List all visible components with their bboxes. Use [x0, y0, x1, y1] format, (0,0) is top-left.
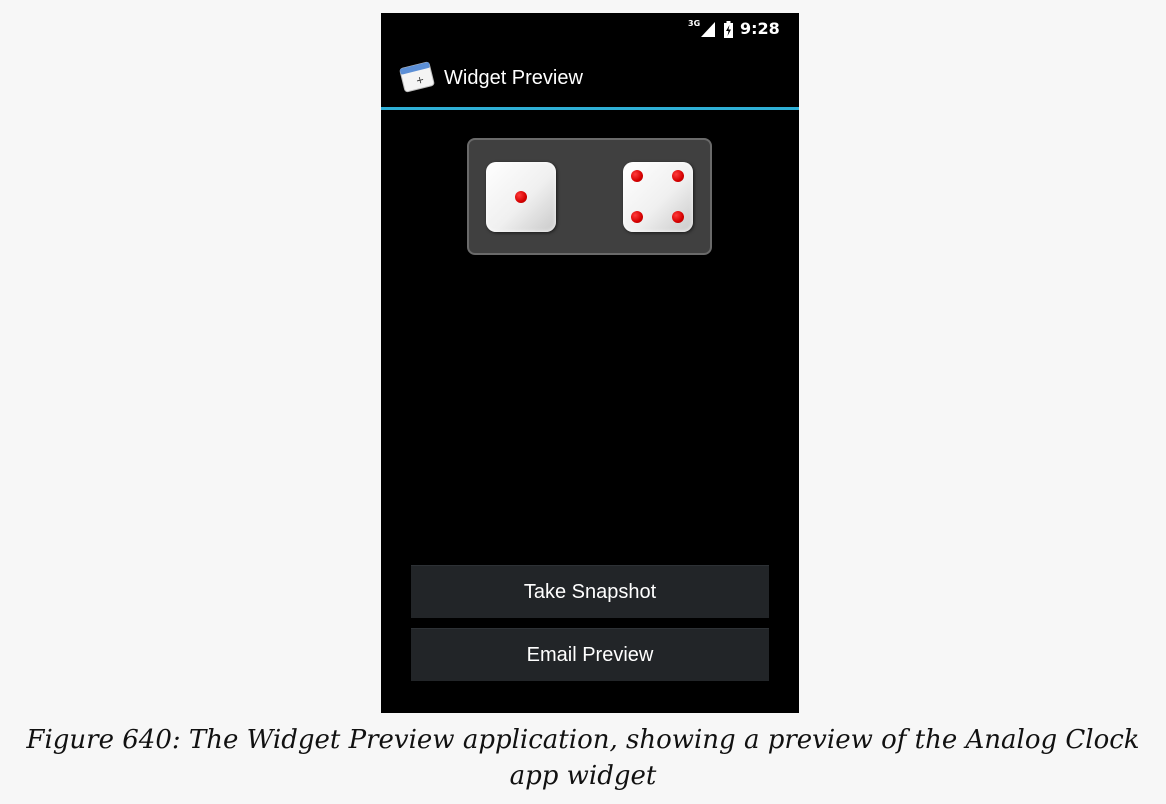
- die-four: [623, 162, 693, 232]
- clock-time: 9:28: [740, 19, 780, 38]
- die-pip: [631, 211, 643, 223]
- die-pip: [672, 170, 684, 182]
- network-type-label: 3G: [688, 19, 701, 28]
- figure-caption: Figure 640: The Widget Preview applicati…: [0, 722, 1166, 794]
- die-one: [486, 162, 556, 232]
- die-pip: [672, 211, 684, 223]
- app-title: Widget Preview: [444, 67, 583, 89]
- app-icon[interactable]: +: [398, 59, 436, 99]
- take-snapshot-button[interactable]: Take Snapshot: [411, 565, 769, 618]
- action-bar-divider: [381, 107, 799, 110]
- battery-icon: [724, 21, 733, 42]
- caption-line-1: Figure 640: The Widget Preview applicati…: [26, 725, 1140, 755]
- caption-line-2: app widget: [509, 761, 657, 791]
- die-pip: [515, 191, 527, 203]
- action-bar: + Widget Preview: [381, 46, 799, 107]
- signal-icon: [701, 22, 715, 41]
- die-pip: [631, 170, 643, 182]
- email-preview-button[interactable]: Email Preview: [411, 628, 769, 681]
- status-bar: 3G 9:28: [381, 13, 799, 46]
- phone-screen: 3G 9:28 + Widget Preview Take Snapshot E…: [381, 13, 799, 713]
- widget-preview-frame: [467, 138, 712, 255]
